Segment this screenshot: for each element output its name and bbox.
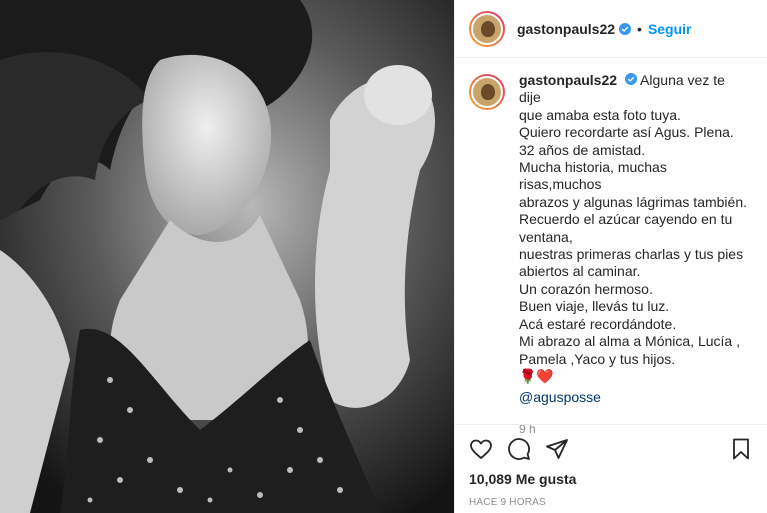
caption-emoji: 🌹❤️ <box>519 367 554 384</box>
caption-line: Pamela ,Yaco y tus hijos. <box>519 350 676 367</box>
caption-line: Recuerdo el azúcar cayendo en tu <box>519 211 733 228</box>
black-and-white-woman-photo <box>0 0 454 513</box>
post-photo[interactable] <box>0 0 454 513</box>
caption-line: Mi abrazo al alma a Mónica, Lucía , <box>519 333 740 350</box>
follow-button[interactable]: Seguir <box>648 21 692 37</box>
caption-text: gastonpauls22 Alguna vez te dije que ama… <box>519 72 749 438</box>
caption-line: abrazos y algunas lágrimas también. <box>519 193 748 210</box>
caption-line: ventana, <box>519 228 573 245</box>
caption-comment: gastonpauls22 Alguna vez te dije que ama… <box>469 72 753 438</box>
caption-area: gastonpauls22 Alguna vez te dije que ama… <box>469 72 753 438</box>
mention-link[interactable]: @agusposse <box>519 389 749 406</box>
bookmark-icon[interactable] <box>729 437 753 461</box>
action-section: 10,089 Me gusta HACE 9 HORAS <box>455 424 767 508</box>
author-username[interactable]: gastonpauls22 <box>517 21 615 37</box>
action-icons <box>469 433 753 465</box>
separator-dot: • <box>637 20 642 37</box>
caption-line: Mucha historia, muchas risas,muchos <box>519 159 667 193</box>
post-side-panel: gastonpauls22 • Seguir gastonpauls22 Alg… <box>454 0 767 513</box>
caption-line: Acá estaré recordándote. <box>519 315 677 332</box>
caption-line: nuestras primeras charlas y tus pies <box>519 246 744 263</box>
caption-line: Buen viaje, llevás tu luz. <box>519 298 670 315</box>
likes-count[interactable]: 10,089 Me gusta <box>469 471 753 487</box>
caption-author-avatar[interactable] <box>469 74 505 110</box>
verified-badge-icon <box>619 22 632 35</box>
caption-line: 32 años de amistad. <box>519 141 646 158</box>
heart-icon[interactable] <box>469 437 493 461</box>
post-header: gastonpauls22 • Seguir <box>455 0 767 58</box>
caption-username[interactable]: gastonpauls22 <box>519 72 617 88</box>
caption-line: que amaba esta foto tuya. <box>519 106 681 123</box>
author-avatar[interactable] <box>469 10 505 47</box>
comment-bubble-icon[interactable] <box>507 437 531 461</box>
caption-line: Un corazón hermoso. <box>519 280 653 297</box>
post-timestamp[interactable]: HACE 9 HORAS <box>469 497 753 508</box>
paper-plane-icon[interactable] <box>545 437 569 461</box>
caption-line: Quiero recordarte así Agus. Plena. <box>519 124 734 141</box>
caption-line: abiertos al caminar. <box>519 263 641 280</box>
verified-badge-icon <box>624 73 637 85</box>
